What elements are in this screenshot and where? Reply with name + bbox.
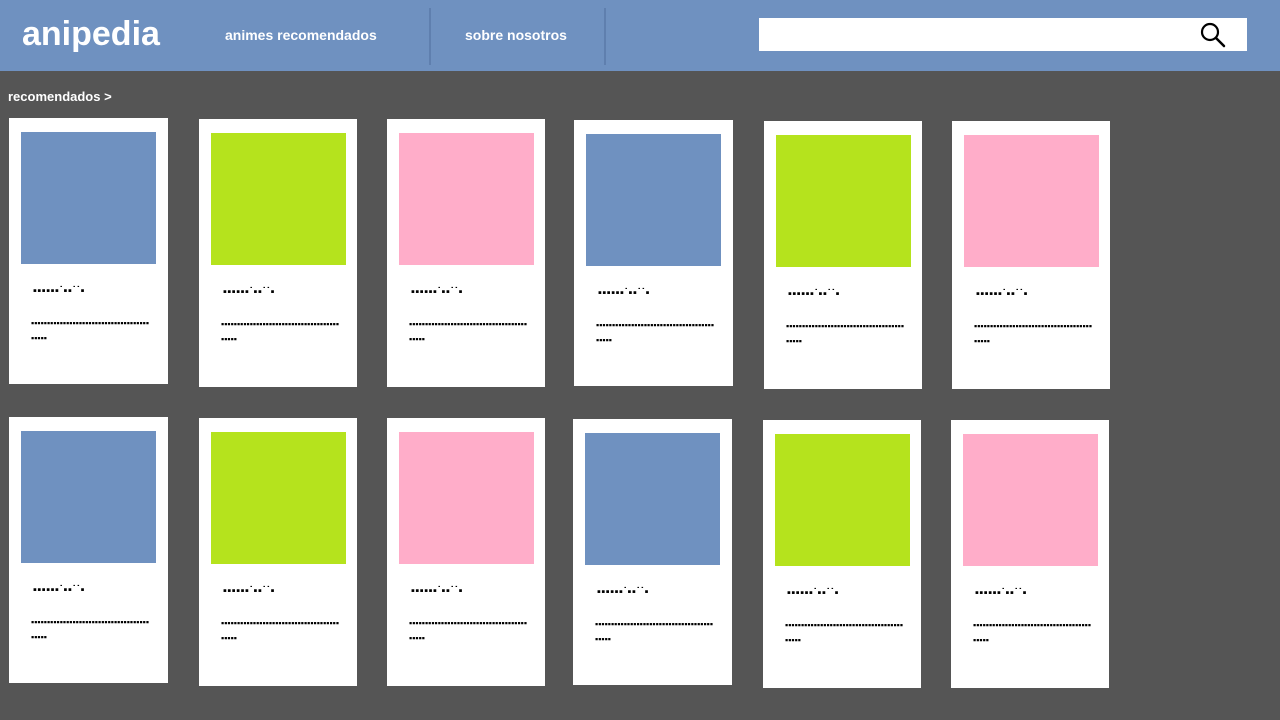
card-title: ▪▪▪▪▪▪˙▪▪˙˙▪ — [411, 585, 464, 597]
card-description: ▪▪▪▪▪▪▪▪▪▪▪▪▪▪▪▪▪▪▪▪▪▪▪▪▪▪▪▪▪▪▪▪▪▪▪▪▪▪▪▪… — [974, 321, 1093, 346]
card-title: ▪▪▪▪▪▪˙▪▪˙˙▪ — [597, 586, 650, 598]
nav-divider — [429, 8, 431, 65]
card-title: ▪▪▪▪▪▪˙▪▪˙˙▪ — [598, 287, 651, 299]
card-image — [585, 433, 720, 565]
anime-card[interactable]: ▪▪▪▪▪▪˙▪▪˙˙▪ ▪▪▪▪▪▪▪▪▪▪▪▪▪▪▪▪▪▪▪▪▪▪▪▪▪▪▪… — [199, 418, 357, 686]
card-description: ▪▪▪▪▪▪▪▪▪▪▪▪▪▪▪▪▪▪▪▪▪▪▪▪▪▪▪▪▪▪▪▪▪▪▪▪▪▪▪▪… — [31, 617, 150, 642]
card-title: ▪▪▪▪▪▪˙▪▪˙˙▪ — [223, 585, 276, 597]
anime-card[interactable]: ▪▪▪▪▪▪˙▪▪˙˙▪ ▪▪▪▪▪▪▪▪▪▪▪▪▪▪▪▪▪▪▪▪▪▪▪▪▪▪▪… — [387, 119, 545, 387]
anime-card[interactable]: ▪▪▪▪▪▪˙▪▪˙˙▪ ▪▪▪▪▪▪▪▪▪▪▪▪▪▪▪▪▪▪▪▪▪▪▪▪▪▪▪… — [9, 417, 168, 683]
anime-card[interactable]: ▪▪▪▪▪▪˙▪▪˙˙▪ ▪▪▪▪▪▪▪▪▪▪▪▪▪▪▪▪▪▪▪▪▪▪▪▪▪▪▪… — [574, 120, 733, 386]
search-input[interactable] — [759, 18, 1189, 51]
site-header: anipedia animes recomendados sobre nosot… — [0, 0, 1280, 71]
card-description: ▪▪▪▪▪▪▪▪▪▪▪▪▪▪▪▪▪▪▪▪▪▪▪▪▪▪▪▪▪▪▪▪▪▪▪▪▪▪▪▪… — [31, 318, 150, 343]
anime-card[interactable]: ▪▪▪▪▪▪˙▪▪˙˙▪ ▪▪▪▪▪▪▪▪▪▪▪▪▪▪▪▪▪▪▪▪▪▪▪▪▪▪▪… — [573, 419, 732, 685]
card-title: ▪▪▪▪▪▪˙▪▪˙˙▪ — [975, 587, 1028, 599]
anime-card[interactable]: ▪▪▪▪▪▪˙▪▪˙˙▪ ▪▪▪▪▪▪▪▪▪▪▪▪▪▪▪▪▪▪▪▪▪▪▪▪▪▪▪… — [9, 118, 168, 384]
card-description: ▪▪▪▪▪▪▪▪▪▪▪▪▪▪▪▪▪▪▪▪▪▪▪▪▪▪▪▪▪▪▪▪▪▪▪▪▪▪▪▪… — [596, 320, 715, 345]
anime-card[interactable]: ▪▪▪▪▪▪˙▪▪˙˙▪ ▪▪▪▪▪▪▪▪▪▪▪▪▪▪▪▪▪▪▪▪▪▪▪▪▪▪▪… — [764, 121, 922, 389]
nav-divider — [604, 8, 606, 65]
card-image — [964, 135, 1099, 267]
card-description: ▪▪▪▪▪▪▪▪▪▪▪▪▪▪▪▪▪▪▪▪▪▪▪▪▪▪▪▪▪▪▪▪▪▪▪▪▪▪▪▪… — [595, 619, 714, 644]
card-description: ▪▪▪▪▪▪▪▪▪▪▪▪▪▪▪▪▪▪▪▪▪▪▪▪▪▪▪▪▪▪▪▪▪▪▪▪▪▪▪▪… — [221, 618, 340, 643]
card-image — [399, 133, 534, 265]
card-image — [211, 432, 346, 564]
card-image — [21, 132, 156, 264]
card-description: ▪▪▪▪▪▪▪▪▪▪▪▪▪▪▪▪▪▪▪▪▪▪▪▪▪▪▪▪▪▪▪▪▪▪▪▪▪▪▪▪… — [785, 620, 904, 645]
anime-card[interactable]: ▪▪▪▪▪▪˙▪▪˙˙▪ ▪▪▪▪▪▪▪▪▪▪▪▪▪▪▪▪▪▪▪▪▪▪▪▪▪▪▪… — [387, 418, 545, 686]
nav-link-sobre-nosotros[interactable]: sobre nosotros — [465, 26, 567, 44]
card-title: ▪▪▪▪▪▪˙▪▪˙˙▪ — [976, 288, 1029, 300]
nav-link-animes-recomendados[interactable]: animes recomendados — [225, 26, 377, 44]
card-title: ▪▪▪▪▪▪˙▪▪˙˙▪ — [788, 288, 841, 300]
card-title: ▪▪▪▪▪▪˙▪▪˙˙▪ — [223, 286, 276, 298]
card-description: ▪▪▪▪▪▪▪▪▪▪▪▪▪▪▪▪▪▪▪▪▪▪▪▪▪▪▪▪▪▪▪▪▪▪▪▪▪▪▪▪… — [221, 319, 340, 344]
card-title: ▪▪▪▪▪▪˙▪▪˙˙▪ — [33, 285, 86, 297]
card-description: ▪▪▪▪▪▪▪▪▪▪▪▪▪▪▪▪▪▪▪▪▪▪▪▪▪▪▪▪▪▪▪▪▪▪▪▪▪▪▪▪… — [409, 319, 528, 344]
card-description: ▪▪▪▪▪▪▪▪▪▪▪▪▪▪▪▪▪▪▪▪▪▪▪▪▪▪▪▪▪▪▪▪▪▪▪▪▪▪▪▪… — [973, 620, 1092, 645]
card-image — [399, 432, 534, 564]
card-image — [21, 431, 156, 563]
search-box — [759, 18, 1247, 51]
anime-card[interactable]: ▪▪▪▪▪▪˙▪▪˙˙▪ ▪▪▪▪▪▪▪▪▪▪▪▪▪▪▪▪▪▪▪▪▪▪▪▪▪▪▪… — [763, 420, 921, 688]
card-image — [211, 133, 346, 265]
site-logo[interactable]: anipedia — [22, 12, 160, 56]
section-title: recomendados > — [8, 89, 112, 104]
card-title: ▪▪▪▪▪▪˙▪▪˙˙▪ — [787, 587, 840, 599]
card-title: ▪▪▪▪▪▪˙▪▪˙˙▪ — [33, 584, 86, 596]
card-title: ▪▪▪▪▪▪˙▪▪˙˙▪ — [411, 286, 464, 298]
card-image — [775, 434, 910, 566]
anime-card[interactable]: ▪▪▪▪▪▪˙▪▪˙˙▪ ▪▪▪▪▪▪▪▪▪▪▪▪▪▪▪▪▪▪▪▪▪▪▪▪▪▪▪… — [952, 121, 1110, 389]
card-image — [776, 135, 911, 267]
anime-card[interactable]: ▪▪▪▪▪▪˙▪▪˙˙▪ ▪▪▪▪▪▪▪▪▪▪▪▪▪▪▪▪▪▪▪▪▪▪▪▪▪▪▪… — [199, 119, 357, 387]
search-icon — [1200, 22, 1226, 48]
card-image — [586, 134, 721, 266]
card-image — [963, 434, 1098, 566]
card-description: ▪▪▪▪▪▪▪▪▪▪▪▪▪▪▪▪▪▪▪▪▪▪▪▪▪▪▪▪▪▪▪▪▪▪▪▪▪▪▪▪… — [786, 321, 905, 346]
search-button[interactable] — [1199, 21, 1227, 49]
anime-card[interactable]: ▪▪▪▪▪▪˙▪▪˙˙▪ ▪▪▪▪▪▪▪▪▪▪▪▪▪▪▪▪▪▪▪▪▪▪▪▪▪▪▪… — [951, 420, 1109, 688]
card-description: ▪▪▪▪▪▪▪▪▪▪▪▪▪▪▪▪▪▪▪▪▪▪▪▪▪▪▪▪▪▪▪▪▪▪▪▪▪▪▪▪… — [409, 618, 528, 643]
